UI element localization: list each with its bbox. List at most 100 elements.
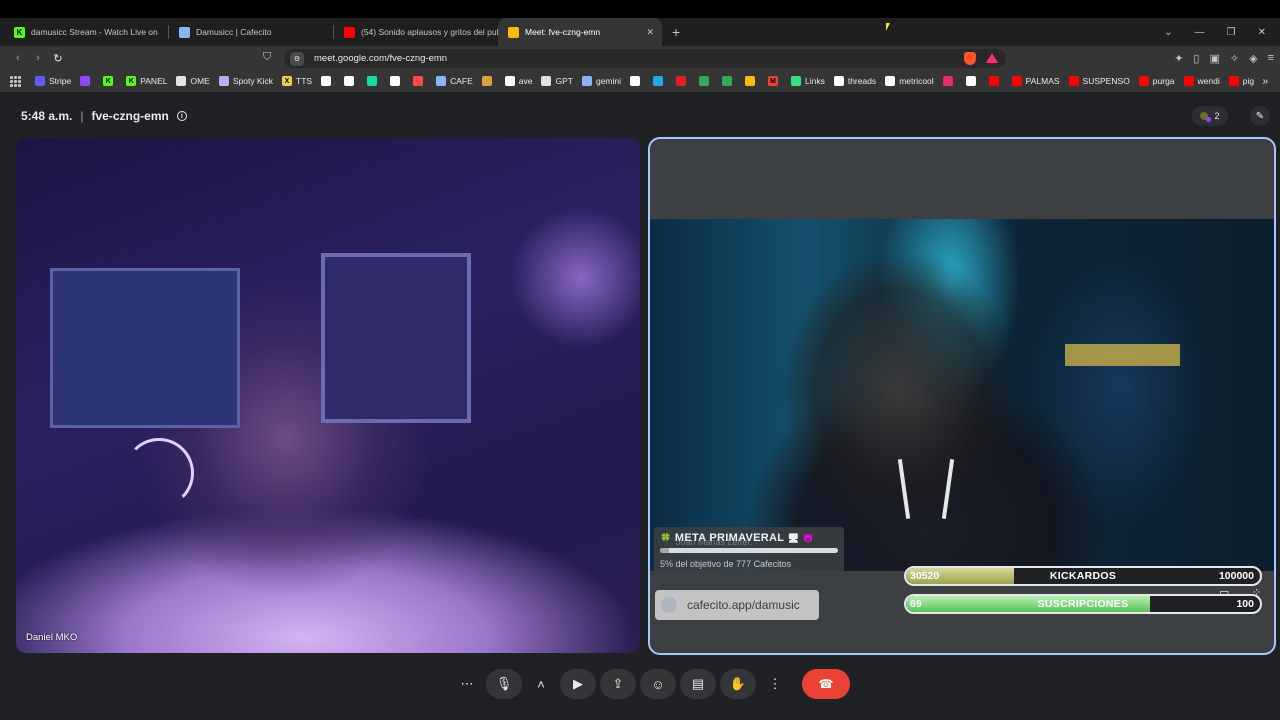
brave-rewards-icon[interactable]: [986, 53, 998, 63]
bookmark-item[interactable]: PALMAS: [1011, 76, 1060, 86]
bookmark-item[interactable]: [988, 76, 1003, 86]
bookmark-item[interactable]: M: [767, 76, 782, 86]
bookmark-item[interactable]: [629, 76, 644, 86]
bookmark-favicon-icon: [218, 76, 229, 86]
bookmark-item[interactable]: X TTS: [282, 76, 312, 86]
browser-tab[interactable]: Meet: fve-czng-emn ✕: [498, 18, 662, 46]
pencil-icon[interactable]: ✎: [1250, 106, 1270, 126]
bookmark-item[interactable]: [744, 76, 759, 86]
captions-icon[interactable]: ▤: [680, 669, 716, 699]
bookmark-item[interactable]: OME: [176, 76, 210, 86]
subs-goal-label: SUSCRIPCIONES: [1037, 598, 1129, 610]
bookmark-item[interactable]: metricool: [885, 76, 934, 86]
bookmark-item[interactable]: [721, 76, 736, 86]
bookmark-item[interactable]: CAFE: [436, 76, 473, 86]
back-icon[interactable]: ‹: [8, 52, 28, 64]
bookmark-item[interactable]: purga: [1138, 76, 1175, 86]
bookmark-item[interactable]: [675, 76, 690, 86]
chevron-up-icon[interactable]: ˄: [524, 669, 558, 699]
bookmark-item[interactable]: Spoty Kick: [218, 76, 273, 86]
bookmark-item[interactable]: gemini: [581, 76, 621, 86]
bookmark-item[interactable]: SUSPENSO: [1068, 76, 1130, 86]
camera-icon[interactable]: ▶: [560, 669, 596, 699]
bookmark-favicon-icon: M: [767, 76, 778, 86]
brave-shield-icon[interactable]: [964, 52, 976, 65]
bookmark-item[interactable]: K: [103, 76, 117, 86]
bookmark-icon[interactable]: ⛉: [263, 51, 271, 64]
bookmark-label: wendi: [1197, 76, 1220, 86]
bookmark-favicon-icon: [541, 76, 552, 86]
bookmark-label: Spoty Kick: [232, 76, 273, 86]
leo-icon[interactable]: ✧: [1230, 52, 1239, 65]
bookmark-item[interactable]: [942, 76, 957, 86]
bookmark-favicon-icon: K: [126, 76, 137, 86]
bookmark-item[interactable]: GPT: [541, 76, 573, 86]
browser-tab[interactable]: Damusicc | Cafecito: [169, 18, 333, 46]
tab-search-icon[interactable]: ⌄: [1164, 27, 1172, 38]
end-call-button[interactable]: ☎: [802, 669, 850, 699]
plus-icon[interactable]: +: [672, 24, 680, 40]
bookmark-item[interactable]: [698, 76, 713, 86]
browser-tab[interactable]: (54) Sonido aplausos y gritos del pub: [334, 18, 498, 46]
restore-icon[interactable]: ❐: [1227, 27, 1236, 38]
close-window-icon[interactable]: ✕: [1258, 27, 1266, 38]
menu-icon[interactable]: ≡: [1268, 52, 1274, 64]
bookmark-favicon-icon: [833, 76, 844, 86]
bookmark-item[interactable]: threads: [833, 76, 876, 86]
activities-icon[interactable]: ⁘: [1252, 586, 1261, 599]
emoji-icon[interactable]: ☺: [640, 669, 676, 699]
address-bar[interactable]: ⚙ meet.google.com/fve-czng-emn: [284, 49, 1006, 68]
extensions-icon[interactable]: ✦: [1174, 52, 1183, 65]
wallet-icon[interactable]: ▣: [1209, 52, 1219, 65]
participants-button[interactable]: 2: [1192, 106, 1228, 126]
sidebar-icon[interactable]: ▯: [1193, 52, 1199, 65]
browser-toolbar: ‹ › ↻ ⛉ ⚙ meet.google.com/fve-czng-emn ✦…: [0, 46, 1280, 70]
bookmark-item[interactable]: [390, 76, 404, 86]
bookmark-favicon-icon: [80, 76, 91, 86]
more-options-icon[interactable]: ⋯: [450, 669, 484, 699]
tab-favicon-icon: [179, 26, 190, 38]
bookmark-item[interactable]: K PANEL: [126, 76, 167, 86]
tab-favicon-icon: K: [14, 26, 25, 38]
more-vert-icon[interactable]: ⋮: [758, 669, 792, 699]
reload-icon[interactable]: ↻: [48, 52, 68, 65]
forward-icon[interactable]: ›: [28, 52, 48, 64]
bookmark-label: SUSPENSO: [1082, 76, 1130, 86]
jersey-band: [1065, 344, 1180, 366]
bookmark-item[interactable]: ave: [504, 76, 532, 86]
bookmark-item[interactable]: [413, 76, 427, 86]
bookmark-item[interactable]: [481, 76, 496, 86]
close-tab-icon[interactable]: ✕: [646, 27, 654, 38]
info-icon[interactable]: i: [176, 111, 187, 121]
bookmark-label: OME: [190, 76, 210, 86]
bookmark-item[interactable]: [652, 76, 667, 86]
minimize-icon[interactable]: —: [1195, 27, 1205, 38]
mouse-cursor: [886, 23, 890, 31]
bookmarks-bar: Stripe K K PANEL OME Spoty Kick X TTS CAFE ave GPT…: [0, 70, 1280, 92]
bookmarks-overflow-icon[interactable]: »: [1262, 76, 1268, 87]
bookmark-item[interactable]: Links: [790, 76, 825, 86]
microphone-icon[interactable]: 🎙︎: [486, 669, 522, 699]
bookmark-item[interactable]: Stripe: [35, 76, 71, 86]
bookmark-item[interactable]: [344, 76, 358, 86]
bookmark-item[interactable]: [321, 76, 335, 86]
cafecito-link[interactable]: cafecito.app/damusic: [655, 590, 819, 620]
meta-subtitle: 5% del objetivo de 777 Cafecitos: [660, 559, 792, 569]
site-info-icon[interactable]: ⚙: [290, 51, 304, 66]
bookmark-item[interactable]: [965, 76, 980, 86]
tab-favicon-icon: [508, 26, 519, 38]
browser-tab[interactable]: Kdamusicc Stream - Watch Live on: [4, 18, 168, 46]
vpn-icon[interactable]: ◈: [1249, 52, 1257, 65]
present-screen-icon[interactable]: ⇪: [600, 669, 636, 699]
bookmark-item[interactable]: pig: [1228, 76, 1254, 86]
bookmark-favicon-icon: [321, 76, 332, 86]
participant-count: 2: [1214, 111, 1220, 121]
bookmark-favicon-icon: [652, 76, 663, 86]
raise-hand-icon[interactable]: ✋: [720, 669, 756, 699]
participant-tile-left[interactable]: Daniel MKO: [16, 138, 640, 653]
bookmark-item[interactable]: [80, 76, 94, 86]
apps-grid-icon[interactable]: [10, 75, 21, 87]
bookmark-item[interactable]: [367, 76, 381, 86]
bookmark-item[interactable]: wendi: [1183, 76, 1220, 86]
chat-icon[interactable]: ▭: [1219, 586, 1229, 599]
